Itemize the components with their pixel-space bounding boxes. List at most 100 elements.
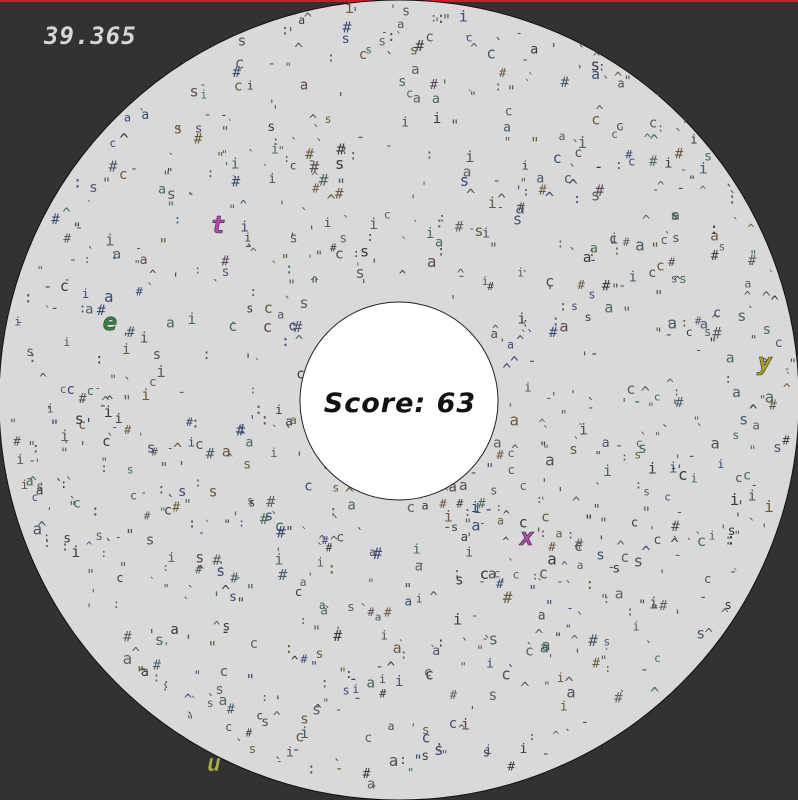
- noise-glyph: ": [638, 599, 646, 614]
- noise-glyph: #: [748, 253, 757, 269]
- noise-glyph: ^: [503, 508, 510, 522]
- noise-glyph: i: [413, 543, 421, 558]
- noise-glyph: `: [187, 584, 195, 600]
- noise-glyph: #: [123, 629, 132, 645]
- noise-glyph: `: [733, 567, 740, 581]
- noise-glyph: :: [345, 666, 353, 682]
- noise-glyph: a: [583, 250, 592, 266]
- noise-glyph: `: [230, 321, 239, 337]
- noise-glyph: -: [542, 746, 551, 762]
- noise-glyph: s: [696, 624, 705, 642]
- noise-glyph: -: [618, 278, 626, 293]
- noise-glyph: `: [356, 527, 365, 543]
- noise-glyph: s: [638, 440, 647, 457]
- noise-glyph: :: [329, 504, 338, 520]
- noise-glyph: -: [268, 56, 276, 72]
- target-letter-e[interactable]: e: [102, 308, 117, 337]
- noise-glyph: a: [389, 751, 399, 770]
- noise-glyph: ': [469, 704, 476, 718]
- noise-glyph: c: [654, 391, 661, 404]
- noise-glyph: ": [504, 134, 512, 149]
- noise-glyph: #: [144, 509, 151, 522]
- noise-glyph: ": [622, 304, 631, 322]
- noise-glyph: :: [283, 152, 290, 165]
- target-letter-y[interactable]: y: [755, 348, 773, 377]
- noise-glyph: c: [119, 167, 128, 183]
- noise-glyph: ^: [783, 382, 791, 397]
- noise-glyph: s: [672, 230, 679, 245]
- noise-glyph: ^: [721, 606, 729, 622]
- noise-glyph: i: [271, 142, 279, 157]
- noise-glyph: ': [336, 89, 345, 107]
- noise-glyph: a: [300, 78, 308, 94]
- noise-glyph: -: [497, 200, 504, 214]
- noise-glyph: :: [536, 492, 543, 506]
- noise-glyph: i: [60, 427, 69, 445]
- noise-glyph: ': [673, 606, 682, 625]
- noise-glyph: -: [784, 362, 791, 375]
- noise-glyph: #: [478, 496, 487, 512]
- noise-glyph: i: [82, 287, 89, 301]
- noise-glyph: -: [140, 486, 147, 500]
- noise-glyph: `: [695, 421, 704, 439]
- noise-glyph: i: [730, 490, 740, 509]
- noise-glyph: i: [522, 159, 529, 173]
- noise-glyph: ": [159, 234, 169, 253]
- noise-glyph: s: [643, 486, 650, 499]
- noise-glyph: ": [208, 639, 217, 657]
- noise-glyph: ': [46, 505, 53, 519]
- noise-glyph: `: [283, 294, 292, 312]
- noise-glyph: -: [590, 346, 599, 362]
- noise-glyph: ^: [310, 274, 319, 290]
- noise-glyph: -: [471, 608, 479, 623]
- noise-glyph: i: [453, 611, 462, 629]
- noise-glyph: a: [141, 664, 149, 680]
- noise-glyph: a: [577, 559, 584, 572]
- noise-glyph: ': [499, 336, 506, 350]
- noise-glyph: :: [31, 439, 40, 456]
- noise-glyph: #: [326, 541, 333, 554]
- noise-glyph: #: [151, 446, 158, 459]
- target-letter-t[interactable]: t: [210, 211, 225, 240]
- noise-glyph: s: [246, 301, 253, 315]
- noise-glyph: ^: [273, 709, 281, 725]
- noise-glyph: -: [675, 505, 683, 520]
- noise-glyph: `: [664, 230, 671, 244]
- noise-glyph: c: [505, 104, 513, 119]
- noise-glyph: i: [187, 310, 196, 328]
- noise-glyph: i: [426, 226, 434, 242]
- noise-glyph: #: [712, 324, 722, 342]
- noise-glyph: ': [335, 624, 342, 638]
- noise-glyph: s: [360, 243, 369, 261]
- noise-glyph: `: [412, 219, 419, 232]
- noise-glyph: ^: [240, 198, 247, 212]
- noise-glyph: ^: [39, 371, 47, 386]
- noise-glyph: i: [560, 700, 568, 715]
- noise-glyph: ': [648, 523, 656, 538]
- noise-glyph: -: [457, 267, 466, 285]
- noise-glyph: c: [290, 160, 297, 173]
- noise-glyph: ^: [657, 179, 665, 194]
- target-letter-x[interactable]: x: [518, 523, 535, 552]
- noise-glyph: -: [633, 392, 642, 411]
- noise-glyph: -: [492, 172, 501, 189]
- noise-glyph: #: [136, 285, 143, 299]
- noise-glyph: ^: [492, 322, 499, 336]
- noise-glyph: ': [410, 721, 417, 735]
- noise-glyph: #: [575, 537, 584, 553]
- noise-glyph: -: [680, 163, 688, 178]
- noise-glyph: ': [576, 63, 583, 77]
- target-letter-u[interactable]: u: [206, 749, 221, 778]
- noise-glyph: ': [90, 586, 98, 601]
- noise-glyph: a: [732, 384, 741, 401]
- noise-glyph: ': [465, 531, 473, 547]
- noise-glyph: #: [614, 691, 623, 707]
- noise-glyph: `: [748, 516, 757, 534]
- noise-glyph: i: [709, 528, 716, 542]
- noise-glyph: i: [416, 592, 423, 606]
- noise-glyph: `: [576, 610, 585, 628]
- noise-glyph: :: [73, 173, 82, 191]
- noise-glyph: :: [522, 316, 529, 330]
- noise-glyph: ": [750, 332, 758, 347]
- noise-glyph: c: [424, 664, 432, 680]
